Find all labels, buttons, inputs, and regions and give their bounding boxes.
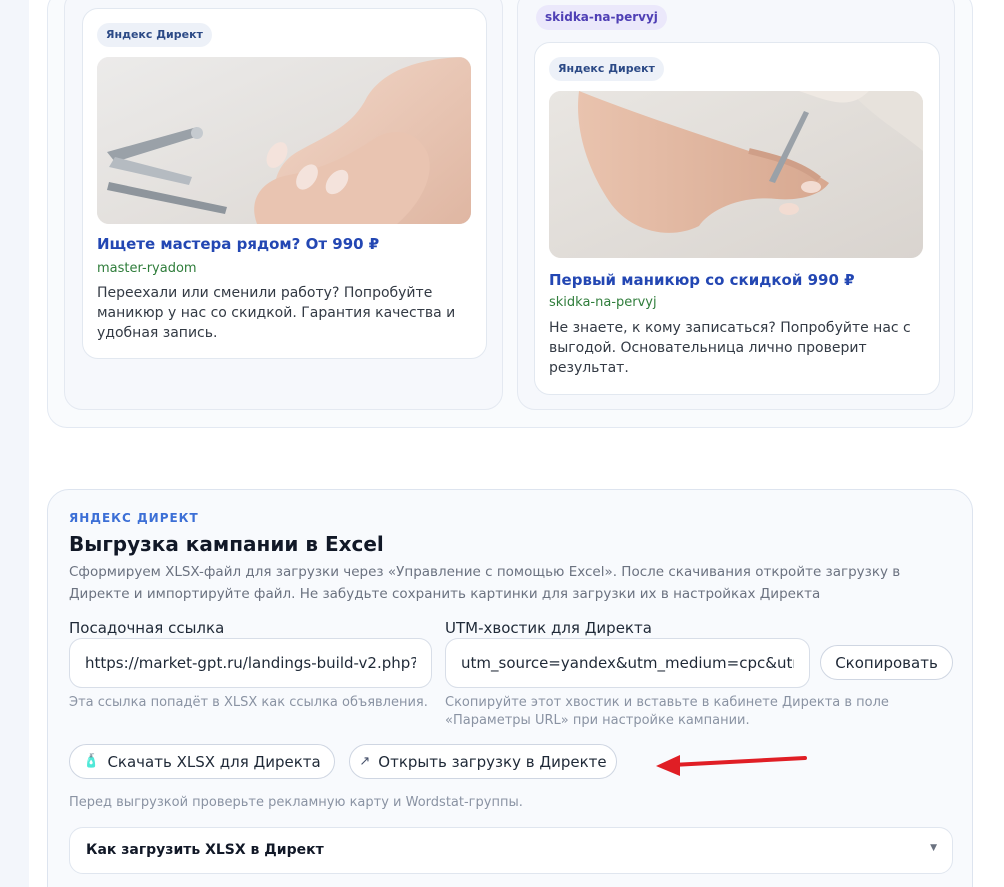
utm-hint: Скопируйте этот хвостик и вставьте в каб… (445, 695, 889, 728)
section-description: Сформируем XLSX-файл для загрузки через … (69, 564, 901, 602)
external-link-icon: ↗ (359, 754, 371, 769)
ad-card: Яндекс Директ Ищете мастера рядом? От 99… (82, 8, 487, 359)
source-badge: Яндекс Директ (97, 23, 212, 47)
accordion-title: Как загрузить XLSX в Директ (86, 842, 324, 858)
landing-url-hint: Эта ссылка попадёт в XLSX как ссылка объ… (69, 695, 428, 710)
how-to-upload-accordion[interactable]: Как загрузить XLSX в Директ ▼ (69, 827, 953, 874)
copy-button[interactable]: Скопировать (820, 645, 953, 680)
section-eyebrow: ЯНДЕКС ДИРЕКТ (69, 511, 199, 525)
ad-title[interactable]: Ищете мастера рядом? От 990 ₽ (97, 235, 379, 253)
download-icon: 🧴 (83, 754, 100, 769)
ad-text: Не знаете, к кому записаться? Попробуйте… (549, 320, 911, 376)
excel-export-card: ЯНДЕКС ДИРЕКТ Выгрузка кампании в Excel … (47, 489, 973, 887)
ad-group-chip: skidka-na-pervyj (536, 5, 667, 30)
open-direct-upload-button[interactable]: ↗ Открыть загрузку в Директе (349, 744, 617, 779)
ad-display-url: skidka-na-pervyj (549, 295, 657, 310)
chevron-down-icon: ▼ (930, 843, 937, 853)
pre-export-note: Перед выгрузкой проверьте рекламную карт… (69, 795, 523, 810)
ad-text: Переехали или сменили работу? Попробуйте… (97, 285, 456, 341)
landing-url-input[interactable] (69, 638, 432, 688)
download-xlsx-button[interactable]: 🧴 Скачать XLSX для Директа (69, 744, 335, 779)
download-xlsx-label: Скачать XLSX для Директа (107, 752, 321, 771)
open-direct-upload-label: Открыть загрузку в Директе (378, 752, 607, 771)
ad-display-url: master-ryadom (97, 261, 197, 276)
ad-title[interactable]: Первый маникюр со скидкой 990 ₽ (549, 271, 855, 289)
utm-input[interactable] (445, 638, 810, 688)
annotation-arrow-icon (656, 755, 807, 776)
landing-url-label: Посадочная ссылка (69, 619, 225, 637)
section-title: Выгрузка кампании в Excel (69, 532, 384, 556)
ad-card: Яндекс Директ Первый маникюр со скидкой … (534, 42, 940, 395)
utm-label: UTM-хвостик для Директа (445, 619, 652, 637)
ad-image-manicure-pusher (549, 91, 923, 258)
source-badge: Яндекс Директ (549, 57, 664, 81)
ad-image-manicure-nippers (97, 57, 471, 224)
